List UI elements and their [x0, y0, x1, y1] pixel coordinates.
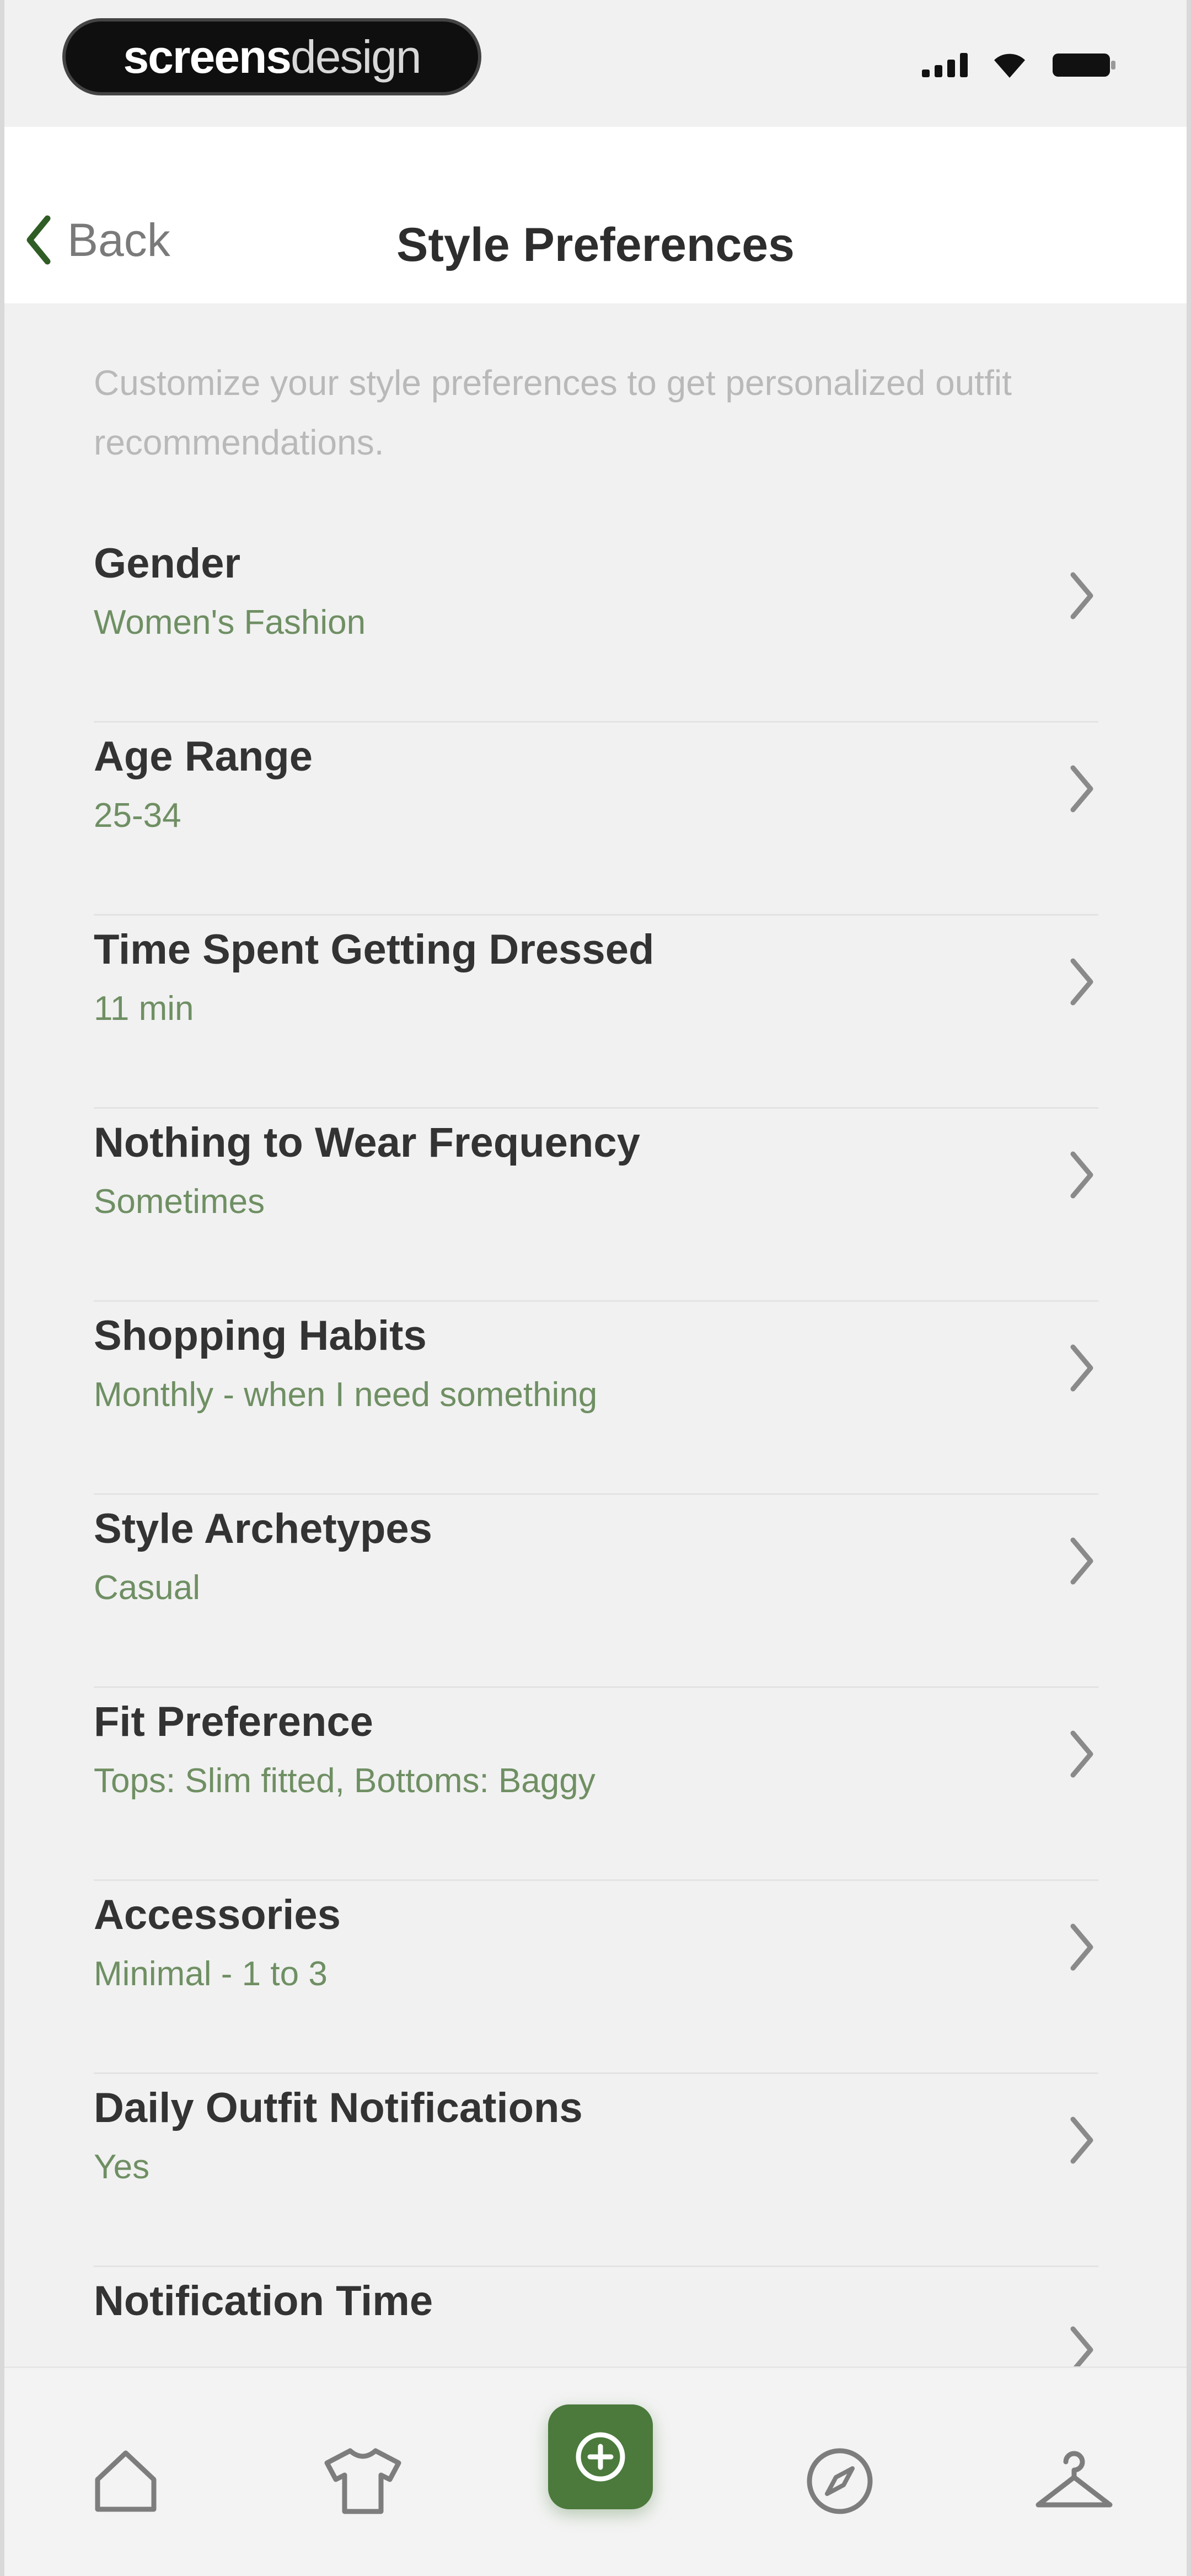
- pref-value: Yes: [94, 2148, 150, 2186]
- intro-text: Customize your style preferences to get …: [94, 363, 1012, 462]
- brand-light: design: [291, 30, 422, 83]
- pref-value: Sometimes: [94, 1183, 265, 1221]
- pref-row-gender[interactable]: Gender Women's Fashion: [94, 530, 1098, 723]
- pref-row-time-getting-dressed[interactable]: Time Spent Getting Dressed 11 min: [94, 916, 1098, 1109]
- pref-title: Time Spent Getting Dressed: [94, 926, 654, 973]
- chevron-right-icon: [1070, 1344, 1093, 1392]
- chevron-right-icon: [1070, 1730, 1093, 1778]
- pref-title: Age Range: [94, 733, 313, 780]
- tab-home[interactable]: [65, 2420, 186, 2542]
- nav-header: [4, 127, 1187, 303]
- hanger-icon: [1036, 2451, 1113, 2508]
- pref-row-style-archetypes[interactable]: Style Archetypes Casual: [94, 1495, 1098, 1688]
- pref-row-fit-preference[interactable]: Fit Preference Tops: Slim fitted, Bottom…: [94, 1688, 1098, 1881]
- chevron-right-icon: [1070, 2117, 1093, 2164]
- chevron-right-icon: [1070, 958, 1093, 1006]
- pref-value: Minimal - 1 to 3: [94, 1955, 328, 1993]
- pref-title: Shopping Habits: [94, 1312, 427, 1359]
- pref-title: Gender: [94, 540, 241, 587]
- explore-icon: [807, 2448, 873, 2514]
- create-outfit-icon: [576, 2432, 625, 2482]
- wifi-icon: [992, 51, 1027, 79]
- tab-bar: [4, 2366, 1187, 2576]
- chevron-right-icon: [1070, 1537, 1093, 1585]
- pref-value: Tops: Slim fitted, Bottoms: Baggy: [94, 1762, 596, 1800]
- app-screen: screens design Back Style Preferences Cu…: [0, 0, 1191, 2576]
- tab-create-outfit[interactable]: [548, 2404, 653, 2509]
- pref-value: Monthly - when I need something: [94, 1376, 598, 1414]
- status-bar: screens design: [4, 0, 1187, 127]
- pref-title: Fit Preference: [94, 1698, 373, 1745]
- chevron-right-icon: [1070, 765, 1093, 813]
- pref-row-daily-outfit-notifications[interactable]: Daily Outfit Notifications Yes: [94, 2074, 1098, 2267]
- pref-title: Style Archetypes: [94, 1505, 432, 1552]
- pref-row-age-range[interactable]: Age Range 25-34: [94, 723, 1098, 916]
- chevron-right-icon: [1070, 1923, 1093, 1971]
- tab-hanger[interactable]: [1013, 2420, 1135, 2542]
- page-title: Style Preferences: [396, 218, 795, 271]
- pref-title: Daily Outfit Notifications: [94, 2085, 583, 2131]
- pref-row-shopping-habits[interactable]: Shopping Habits Monthly - when I need so…: [94, 1302, 1098, 1495]
- pref-title: Notification Time: [94, 2278, 433, 2324]
- tab-explore[interactable]: [779, 2420, 900, 2542]
- chevron-right-icon: [1070, 1151, 1093, 1199]
- pref-row-accessories[interactable]: Accessories Minimal - 1 to 3: [94, 1881, 1098, 2074]
- wardrobe-icon: [324, 2448, 401, 2514]
- status-icons: [922, 49, 1118, 82]
- preferences-list: Gender Women's Fashion Age Range 25-34 T…: [4, 530, 1187, 2460]
- pref-title: Nothing to Wear Frequency: [94, 1119, 640, 1166]
- signal-icon: [922, 53, 968, 77]
- battery-icon: [1051, 51, 1118, 79]
- chevron-right-icon: [1070, 572, 1093, 619]
- pref-value: Women's Fashion: [94, 603, 366, 642]
- tab-wardrobe[interactable]: [302, 2420, 423, 2542]
- home-icon: [95, 2450, 157, 2512]
- pref-title: Accessories: [94, 1891, 341, 1938]
- pref-value: 11 min: [94, 990, 194, 1028]
- brand-logo: screens design: [62, 18, 481, 95]
- pref-row-nothing-to-wear[interactable]: Nothing to Wear Frequency Sometimes: [94, 1109, 1098, 1302]
- pref-value: Casual: [94, 1569, 200, 1607]
- brand-bold: screens: [123, 30, 292, 83]
- pref-value: 25-34: [94, 797, 181, 835]
